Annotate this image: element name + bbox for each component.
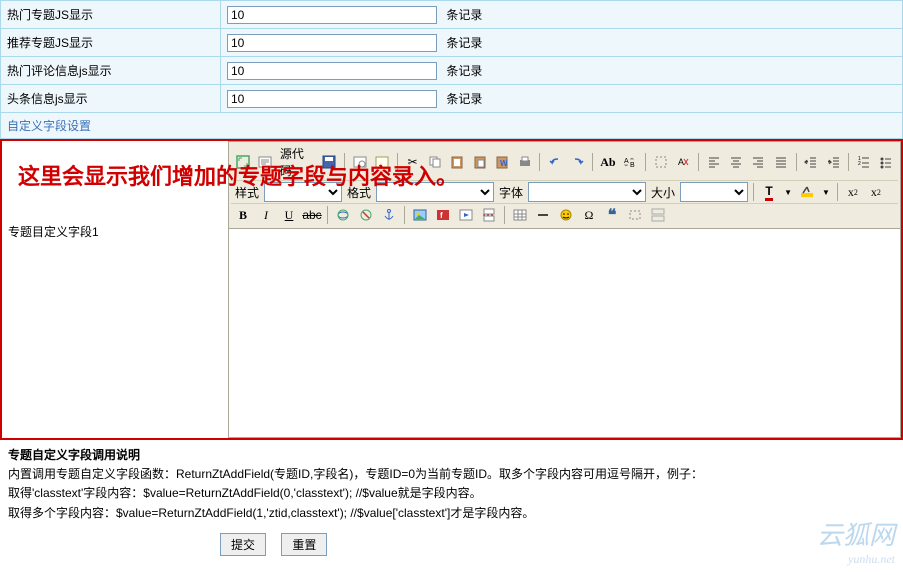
input-hot-topic[interactable] (227, 6, 437, 24)
input-headline[interactable] (227, 90, 437, 108)
row-label: 热门评论信息js显示 (1, 57, 221, 85)
text-color-button[interactable]: T (759, 182, 779, 202)
custom-field-section-header: 自定义字段设置 (0, 113, 903, 139)
button-row: 提交 重置 (0, 529, 903, 564)
row-label: 推荐专题JS显示 (1, 29, 221, 57)
row-headline-js: 头条信息js显示 条记录 (1, 85, 903, 113)
svg-text:A: A (624, 158, 629, 165)
numbered-list-icon[interactable]: 12 (854, 152, 873, 172)
find-icon[interactable]: Ab (598, 152, 617, 172)
blockquote-icon[interactable]: ❝ (602, 205, 622, 225)
bg-color-dropdown[interactable]: ▼ (820, 188, 832, 197)
row-hot-comment-js: 热门评论信息js显示 条记录 (1, 57, 903, 85)
selectall-icon[interactable] (651, 152, 670, 172)
div-icon[interactable] (625, 205, 645, 225)
subscript-icon[interactable]: x2 (843, 182, 863, 202)
reset-button[interactable]: 重置 (281, 533, 327, 556)
row-hot-topic-js: 热门专题JS显示 条记录 (1, 1, 903, 29)
hint-text: 这里会显示我们增加的专题字段与内容录入。 (12, 141, 552, 215)
special-char-icon[interactable]: Ω (579, 205, 599, 225)
suffix: 条记录 (446, 36, 482, 50)
help-line1: 内置调用专题自定义字段函数：ReturnZtAddField(专题ID,字段名)… (8, 467, 703, 481)
smiley-icon[interactable] (556, 205, 576, 225)
size-select[interactable] (680, 182, 748, 202)
suffix: 条记录 (446, 92, 482, 106)
row-recommend-topic-js: 推荐专题JS显示 条记录 (1, 29, 903, 57)
settings-table: 最新专题JS显示 条记录 热门专题JS显示 条记录 推荐专题JS显示 条记录 热… (0, 0, 903, 113)
custom-field-1-label: 专题目定义字段1 (2, 217, 226, 246)
help-line2: 取得'classtext'字段内容：$value=ReturnZtAddFiel… (8, 486, 482, 500)
removeformat-icon[interactable]: A (673, 152, 692, 172)
help-line3: 取得多个字段内容：$value=ReturnZtAddField(1,'ztid… (8, 506, 534, 520)
show-blocks-icon[interactable] (648, 205, 668, 225)
row-label: 热门专题JS显示 (1, 1, 221, 29)
text-color-dropdown[interactable]: ▼ (782, 188, 794, 197)
help-title: 专题自定义字段调用说明 (8, 448, 140, 462)
svg-text:2: 2 (858, 161, 861, 167)
align-justify-icon[interactable] (771, 152, 790, 172)
help-text: 专题自定义字段调用说明 内置调用专题自定义字段函数：ReturnZtAddFie… (0, 440, 903, 529)
size-label: 大小 (649, 184, 677, 201)
bullet-list-icon[interactable] (877, 152, 896, 172)
bg-color-button[interactable] (797, 182, 817, 202)
submit-button[interactable]: 提交 (220, 533, 266, 556)
align-center-icon[interactable] (726, 152, 745, 172)
suffix: 条记录 (446, 64, 482, 78)
svg-text:A: A (678, 157, 684, 167)
custom-field-editor-area: 这里会显示我们增加的专题字段与内容录入。 专题目定义字段1 源代码 (0, 139, 903, 440)
row-label: 头条信息js显示 (1, 85, 221, 113)
align-left-icon[interactable] (704, 152, 723, 172)
svg-text:B: B (630, 162, 635, 169)
superscript-icon[interactable]: x2 (866, 182, 886, 202)
replace-icon[interactable]: AB (621, 152, 640, 172)
indent-icon[interactable] (824, 152, 843, 172)
redo-icon[interactable] (568, 152, 587, 172)
align-right-icon[interactable] (749, 152, 768, 172)
editor-content-area[interactable] (228, 228, 901, 438)
outdent-icon[interactable] (801, 152, 820, 172)
input-recommend-topic[interactable] (227, 34, 437, 52)
suffix: 条记录 (446, 8, 482, 22)
input-hot-comment[interactable] (227, 62, 437, 80)
